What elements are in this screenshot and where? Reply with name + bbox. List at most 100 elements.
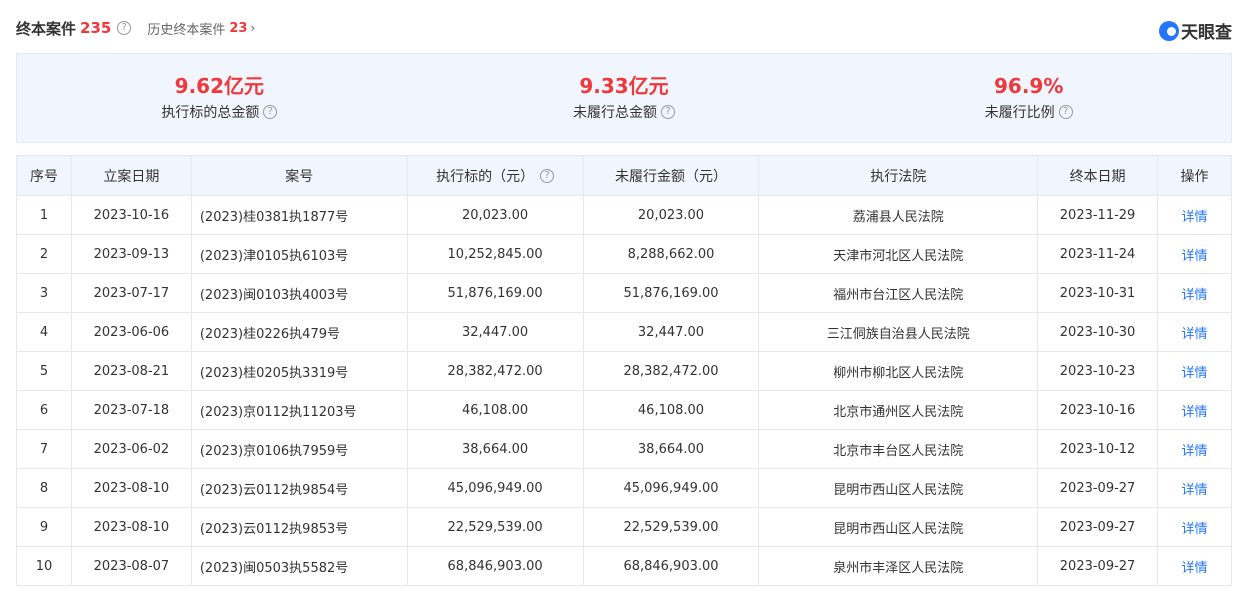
col-header-case-no: 案号 xyxy=(190,155,408,196)
cell-no: 2 xyxy=(16,234,72,274)
stat-label-row: 未履行总金额 ? xyxy=(573,102,675,122)
detail-link[interactable]: 详情 xyxy=(1182,249,1208,264)
cell-filed-date: 2023-08-21 xyxy=(70,351,192,391)
stat-total-target: 9.62亿元 执行标的总金额 ? xyxy=(17,54,422,142)
cell-no: 10 xyxy=(16,546,72,586)
stat-label: 未履行比例 xyxy=(984,105,1055,121)
detail-link[interactable]: 详情 xyxy=(1182,288,1208,303)
detail-link[interactable]: 详情 xyxy=(1182,210,1208,225)
stat-value: 9.62亿元 xyxy=(174,74,265,98)
col-header-court: 执行法院 xyxy=(758,155,1039,196)
summary-panel: 9.62亿元 执行标的总金额 ? 9.33亿元 未履行总金额 ? 96.9% 未… xyxy=(16,53,1232,143)
cell-no: 6 xyxy=(16,390,72,430)
stat-value: 96.9% xyxy=(993,74,1064,98)
detail-link[interactable]: 详情 xyxy=(1182,483,1208,498)
cell-unpaid: 8,288,662.00 xyxy=(582,234,760,274)
table-row: 9 2023-08-10 (2023)云0112执9853号 22,529,539.0… xyxy=(16,507,1232,547)
help-icon[interactable]: ? xyxy=(1058,105,1073,119)
cell-filed-date: 2023-08-10 xyxy=(70,468,192,508)
cell-end-date: 2023-10-30 xyxy=(1037,312,1159,352)
detail-link[interactable]: 详情 xyxy=(1182,405,1208,420)
table-row: 8 2023-08-10 (2023)云0112执9854号 45,096,949.0… xyxy=(16,468,1232,508)
cell-unpaid: 28,382,472.00 xyxy=(582,351,760,391)
cell-court: 天津市河北区人民法院 xyxy=(758,234,1039,274)
help-icon[interactable]: ? xyxy=(263,105,278,119)
cell-unpaid: 51,876,169.00 xyxy=(582,273,760,313)
cell-case-no: (2023)京0112执11203号 xyxy=(190,390,408,430)
logo-text: 天眼查 xyxy=(1181,23,1232,43)
cell-action: 详情 xyxy=(1157,468,1232,508)
cell-case-no: (2023)云0112执9853号 xyxy=(190,507,408,547)
cell-filed-date: 2023-09-13 xyxy=(70,234,192,274)
cell-case-no: (2023)闽0503执5582号 xyxy=(190,546,408,586)
help-icon[interactable]: ? xyxy=(661,105,675,119)
cell-target: 32,447.00 xyxy=(406,312,584,352)
detail-link[interactable]: 详情 xyxy=(1182,522,1208,537)
stat-label-row: 未履行比例 ? xyxy=(985,102,1073,122)
cell-case-no: (2023)桂0205执3319号 xyxy=(190,351,408,391)
help-icon[interactable]: ? xyxy=(117,21,132,35)
logo: 天眼查 xyxy=(1159,18,1232,43)
cell-no: 9 xyxy=(16,507,72,547)
cell-court: 泉州市丰泽区人民法院 xyxy=(758,546,1039,586)
case-count: 235 xyxy=(80,19,112,37)
cell-end-date: 2023-10-23 xyxy=(1037,351,1159,391)
detail-link[interactable]: 详情 xyxy=(1182,561,1208,576)
table-row: 2 2023-09-13 (2023)津0105执6103号 10,252,845.0… xyxy=(16,234,1232,274)
cell-action: 详情 xyxy=(1157,390,1232,430)
table-row: 7 2023-06-02 (2023)京0106执7959号 38,664.00 38,… xyxy=(16,429,1232,469)
cell-case-no: (2023)闽0103执4003号 xyxy=(190,273,408,313)
detail-link[interactable]: 详情 xyxy=(1182,444,1208,459)
section-title: 终本案件 xyxy=(16,19,77,38)
cell-end-date: 2023-09-27 xyxy=(1037,546,1159,586)
cell-filed-date: 2023-08-07 xyxy=(70,546,192,586)
stat-label: 执行标的总金额 xyxy=(161,105,260,121)
cell-target: 46,108.00 xyxy=(406,390,584,430)
cell-court: 三江侗族自治县人民法院 xyxy=(758,312,1039,352)
cell-action: 详情 xyxy=(1157,273,1232,313)
help-icon[interactable]: ? xyxy=(540,168,555,183)
cell-action: 详情 xyxy=(1157,195,1232,235)
chevron-right-icon: › xyxy=(250,21,256,35)
detail-link[interactable]: 详情 xyxy=(1182,327,1208,342)
detail-link[interactable]: 详情 xyxy=(1182,366,1208,381)
cell-action: 详情 xyxy=(1157,312,1232,352)
cell-unpaid: 22,529,539.00 xyxy=(582,507,760,547)
cell-end-date: 2023-10-31 xyxy=(1037,273,1159,313)
cell-target: 38,664.00 xyxy=(406,429,584,469)
col-header-target-inner: 执行标的（元） ? xyxy=(436,166,555,186)
col-header-target: 执行标的（元） ? xyxy=(406,155,584,196)
cell-court: 柳州市柳北区人民法院 xyxy=(758,351,1039,391)
stat-label-row: 执行标的总金额 ? xyxy=(161,102,278,122)
cell-filed-date: 2023-07-17 xyxy=(70,273,192,313)
cell-court: 昆明市西山区人民法院 xyxy=(758,507,1039,547)
history-cases-link[interactable]: 历史终本案件 23 › xyxy=(147,19,255,38)
col-header-end-date: 终本日期 xyxy=(1037,155,1159,196)
stat-total-unpaid: 9.33亿元 未履行总金额 ? xyxy=(422,54,827,142)
cell-action: 详情 xyxy=(1157,429,1232,469)
table-row: 4 2023-06-06 (2023)桂0226执479号 32,447.00 32,4… xyxy=(16,312,1232,352)
col-header-no: 序号 xyxy=(16,155,72,196)
cell-no: 4 xyxy=(16,312,72,352)
cell-court: 福州市台江区人民法院 xyxy=(758,273,1039,313)
cell-case-no: (2023)津0105执6103号 xyxy=(190,234,408,274)
table-row: 6 2023-07-18 (2023)京0112执11203号 46,108.00 46… xyxy=(16,390,1232,430)
cell-target: 68,846,903.00 xyxy=(406,546,584,586)
col-header-action: 操作 xyxy=(1157,155,1232,196)
table-row: 3 2023-07-17 (2023)闽0103执4003号 51,876,169.0… xyxy=(16,273,1232,313)
cell-unpaid: 46,108.00 xyxy=(582,390,760,430)
section-header: 终本案件 235 ? 历史终本案件 23 › 天眼查 xyxy=(16,0,1232,56)
cell-no: 8 xyxy=(16,468,72,508)
col-header-filed-date: 立案日期 xyxy=(70,155,192,196)
cell-filed-date: 2023-08-10 xyxy=(70,507,192,547)
cell-target: 51,876,169.00 xyxy=(406,273,584,313)
cell-unpaid: 32,447.00 xyxy=(582,312,760,352)
col-header-unpaid: 未履行金额（元） xyxy=(582,155,760,196)
cell-filed-date: 2023-06-06 xyxy=(70,312,192,352)
cell-target: 45,096,949.00 xyxy=(406,468,584,508)
cell-end-date: 2023-10-12 xyxy=(1037,429,1159,469)
cell-target: 10,252,845.00 xyxy=(406,234,584,274)
stat-value: 9.33亿元 xyxy=(579,74,669,98)
cell-action: 详情 xyxy=(1157,507,1232,547)
logo-icon xyxy=(1159,20,1179,41)
